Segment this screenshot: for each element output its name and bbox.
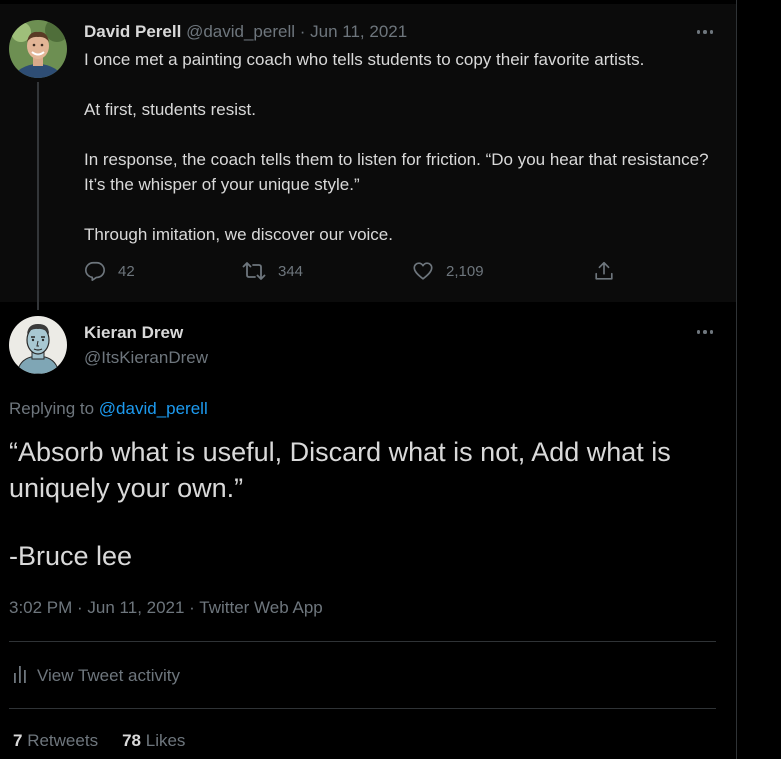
parent-tweet-text: I once met a painting coach who tells st…	[84, 47, 714, 272]
reply-author-name[interactable]: Kieran Drew	[84, 322, 183, 344]
parent-author-handle[interactable]: @david_perell	[186, 22, 295, 41]
parent-tweet-actions: 42 344 2,109	[84, 258, 624, 284]
divider	[9, 641, 716, 642]
parent-author-name[interactable]: David Perell	[84, 22, 181, 41]
reply-author-handle[interactable]: @ItsKieranDrew	[84, 347, 208, 369]
retweets-label: Retweets	[27, 731, 99, 750]
reply-icon	[84, 260, 106, 282]
timeline-column: David Perell @david_perell · Jun 11, 202…	[0, 0, 736, 759]
tweet-thread-page: David Perell @david_perell · Jun 11, 202…	[0, 0, 781, 759]
tweet-paragraph: I once met a painting coach who tells st…	[84, 50, 645, 69]
column-border	[736, 0, 737, 759]
kieran-drew-avatar[interactable]	[9, 316, 67, 374]
reply-tweet-text: “Absorb what is useful, Discard what is …	[9, 434, 719, 606]
tweet-paragraph: In response, the coach tells them to lis…	[84, 150, 709, 194]
replying-to-prefix: Replying to	[9, 399, 95, 418]
heart-icon	[412, 260, 434, 282]
reply-count: 42	[118, 262, 135, 280]
share-icon	[593, 260, 615, 282]
retweet-count: 344	[278, 262, 304, 280]
share-button[interactable]	[593, 258, 615, 284]
header-separator: ·	[299, 22, 306, 41]
likes-stat-link[interactable]: 78 Likes	[122, 731, 185, 750]
bar-chart-icon	[13, 664, 27, 689]
like-button[interactable]: 2,109	[412, 258, 484, 284]
tweet-timestamp-source[interactable]: 3:02 PM · Jun 11, 2021 · Twitter Web App	[9, 597, 323, 619]
more-horizontal-icon[interactable]	[693, 22, 717, 42]
thread-connector-line	[37, 82, 39, 310]
tweet-paragraph: At first, students resist.	[84, 100, 256, 119]
retweets-stat-link[interactable]: 7 Retweets	[13, 731, 98, 750]
replying-to-line: Replying to @david_perell	[9, 398, 208, 420]
retweets-count: 7	[13, 731, 23, 750]
tweet-paragraph: “Absorb what is useful, Discard what is …	[9, 437, 671, 503]
parent-tweet-date[interactable]: Jun 11, 2021	[310, 22, 407, 41]
like-count: 2,109	[446, 262, 484, 280]
reply-button[interactable]: 42	[84, 258, 135, 284]
likes-label: Likes	[145, 731, 186, 750]
parent-tweet-header: David Perell @david_perell · Jun 11, 202…	[84, 21, 407, 43]
retweet-button[interactable]: 344	[242, 258, 303, 284]
david-perell-avatar[interactable]	[9, 20, 67, 78]
view-tweet-activity-button[interactable]: View Tweet activity	[13, 664, 180, 688]
activity-label: View Tweet activity	[37, 666, 180, 685]
more-horizontal-icon[interactable]	[693, 322, 717, 342]
replying-to-mention-link[interactable]: @david_perell	[99, 399, 208, 418]
tweet-paragraph: -Bruce lee	[9, 541, 133, 571]
likes-count: 78	[122, 731, 141, 750]
tweet-stats: 7 Retweets 78 Likes	[13, 730, 209, 752]
retweet-icon	[242, 260, 266, 282]
tweet-paragraph: Through imitation, we discover our voice…	[84, 225, 393, 244]
divider	[9, 708, 716, 709]
